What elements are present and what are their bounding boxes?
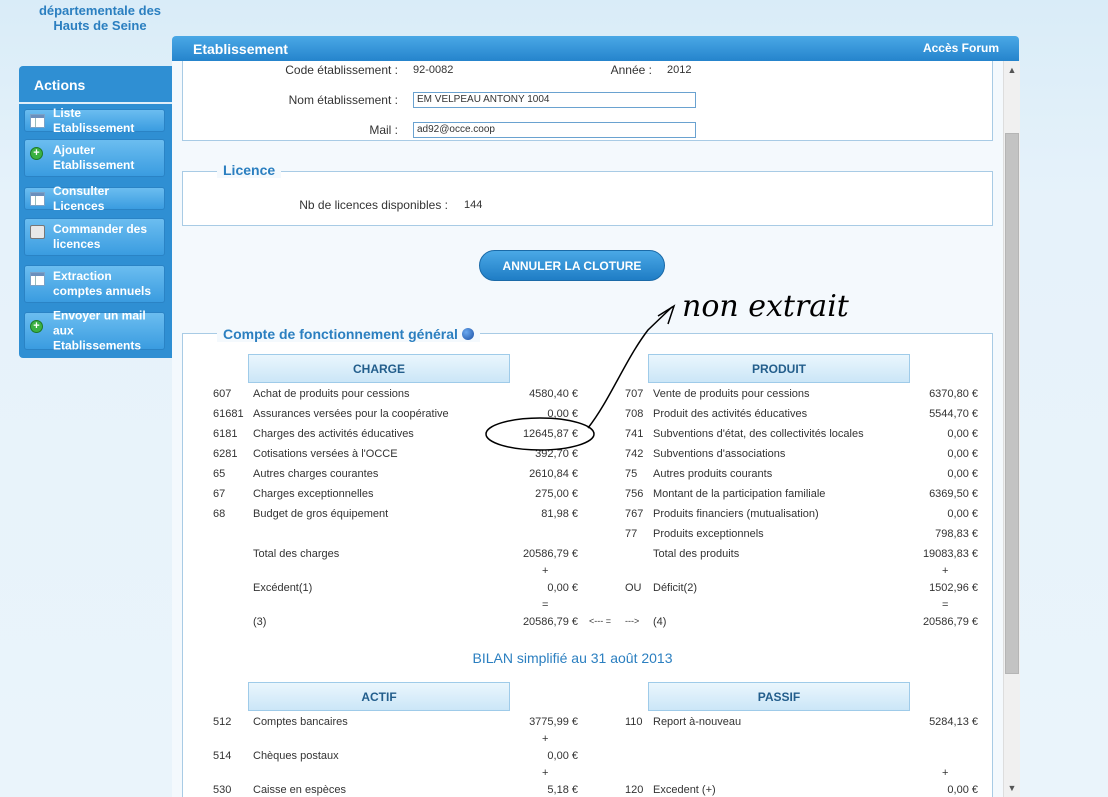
highlight-circle (485, 417, 595, 451)
handwritten-annotation: non extrait (485, 289, 850, 451)
arrow-head (657, 304, 676, 325)
annotation-arrow (587, 306, 673, 429)
annotation-text: non extrait (682, 289, 850, 324)
